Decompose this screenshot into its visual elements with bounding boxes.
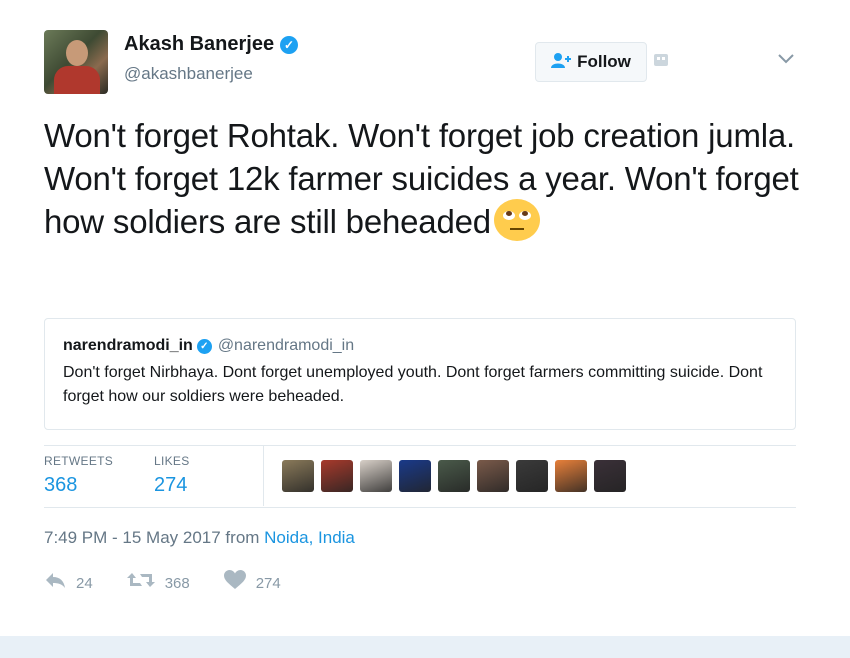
translate-icon[interactable]	[654, 54, 668, 66]
follow-button-label: Follow	[577, 52, 631, 71]
author-handle[interactable]: @akashbanerjee	[124, 64, 253, 84]
liker-avatar-9[interactable]	[594, 460, 626, 492]
tweet-card: Akash Banerjee ✓ @akashbanerjee Follow W…	[0, 0, 850, 636]
tweet-body: Won't forget Rohtak. Won't forget job cr…	[44, 114, 814, 245]
author-name[interactable]: Akash Banerjee	[124, 33, 274, 56]
reply-icon	[44, 571, 66, 595]
liker-avatar-4[interactable]	[399, 460, 431, 492]
emoji-eye-left	[502, 211, 515, 221]
quoted-tweet[interactable]: narendramodi_in ✓ @narendramodi_in Don't…	[44, 318, 796, 430]
divider-top	[44, 445, 796, 446]
reply-count: 24	[76, 574, 93, 592]
liker-avatar-7[interactable]	[516, 460, 548, 492]
retweet-button[interactable]: 368	[126, 571, 190, 595]
likes-label: LIKES	[154, 454, 190, 468]
avatar-body	[54, 66, 100, 94]
retweet-count: 368	[164, 574, 190, 592]
follow-person-svg	[551, 52, 572, 68]
emoji-eye-right	[518, 211, 531, 221]
likes-value[interactable]: 274	[154, 474, 190, 497]
like-count: 274	[255, 574, 281, 592]
heart-svg	[223, 570, 246, 589]
retweet-icon	[126, 571, 155, 595]
liker-avatar-8[interactable]	[555, 460, 587, 492]
page-footer-band	[0, 636, 850, 658]
liker-avatar-3[interactable]	[360, 460, 392, 492]
follow-person-icon	[551, 52, 572, 73]
follow-button[interactable]: Follow	[535, 42, 647, 82]
quoted-author-handle: @narendramodi_in	[217, 337, 355, 354]
tweet-text: Won't forget Rohtak. Won't forget job cr…	[44, 117, 799, 240]
location-link[interactable]: Noida, India	[264, 528, 355, 547]
reply-button[interactable]: 24	[44, 571, 93, 595]
stats-separator	[263, 446, 264, 506]
liker-avatar-2[interactable]	[321, 460, 353, 492]
liker-avatar-5[interactable]	[438, 460, 470, 492]
liker-avatar-1[interactable]	[282, 460, 314, 492]
quoted-tweet-text: Don't forget Nirbhaya. Dont forget unemp…	[63, 364, 763, 405]
liker-avatars	[282, 460, 626, 492]
retweets-stat[interactable]: RETWEETS 368	[44, 454, 113, 497]
liker-avatar-6[interactable]	[477, 460, 509, 492]
divider-bottom	[44, 507, 796, 508]
quoted-author-name: narendramodi_in	[63, 337, 193, 354]
emoji-pupil-right	[521, 211, 528, 217]
like-button[interactable]: 274	[223, 570, 281, 596]
reply-svg	[46, 573, 65, 588]
emoji-mouth	[509, 228, 524, 231]
heart-icon	[223, 570, 246, 596]
tweet-timestamp: 7:49 PM - 15 May 2017 from Noida, India	[44, 528, 355, 548]
timestamp-text[interactable]: 7:49 PM - 15 May 2017 from	[44, 528, 264, 547]
tweet-actions: 24 368 274	[44, 570, 315, 596]
rolling-eyes-emoji-icon	[493, 199, 540, 242]
quoted-tweet-header: narendramodi_in ✓ @narendramodi_in	[63, 337, 777, 355]
author-avatar[interactable]	[44, 30, 108, 94]
retweets-value[interactable]: 368	[44, 474, 113, 497]
emoji-pupil-left	[505, 211, 512, 217]
retweet-svg	[126, 573, 155, 587]
chevron-down-icon[interactable]	[778, 48, 794, 69]
verified-badge-icon: ✓	[280, 35, 299, 54]
likes-stat[interactable]: LIKES 274	[154, 454, 190, 497]
chevron-down-svg	[778, 54, 794, 64]
avatar-head	[66, 40, 88, 66]
author-name-row[interactable]: Akash Banerjee ✓	[124, 33, 299, 56]
retweets-label: RETWEETS	[44, 454, 114, 468]
quoted-verified-badge-icon: ✓	[196, 338, 212, 354]
